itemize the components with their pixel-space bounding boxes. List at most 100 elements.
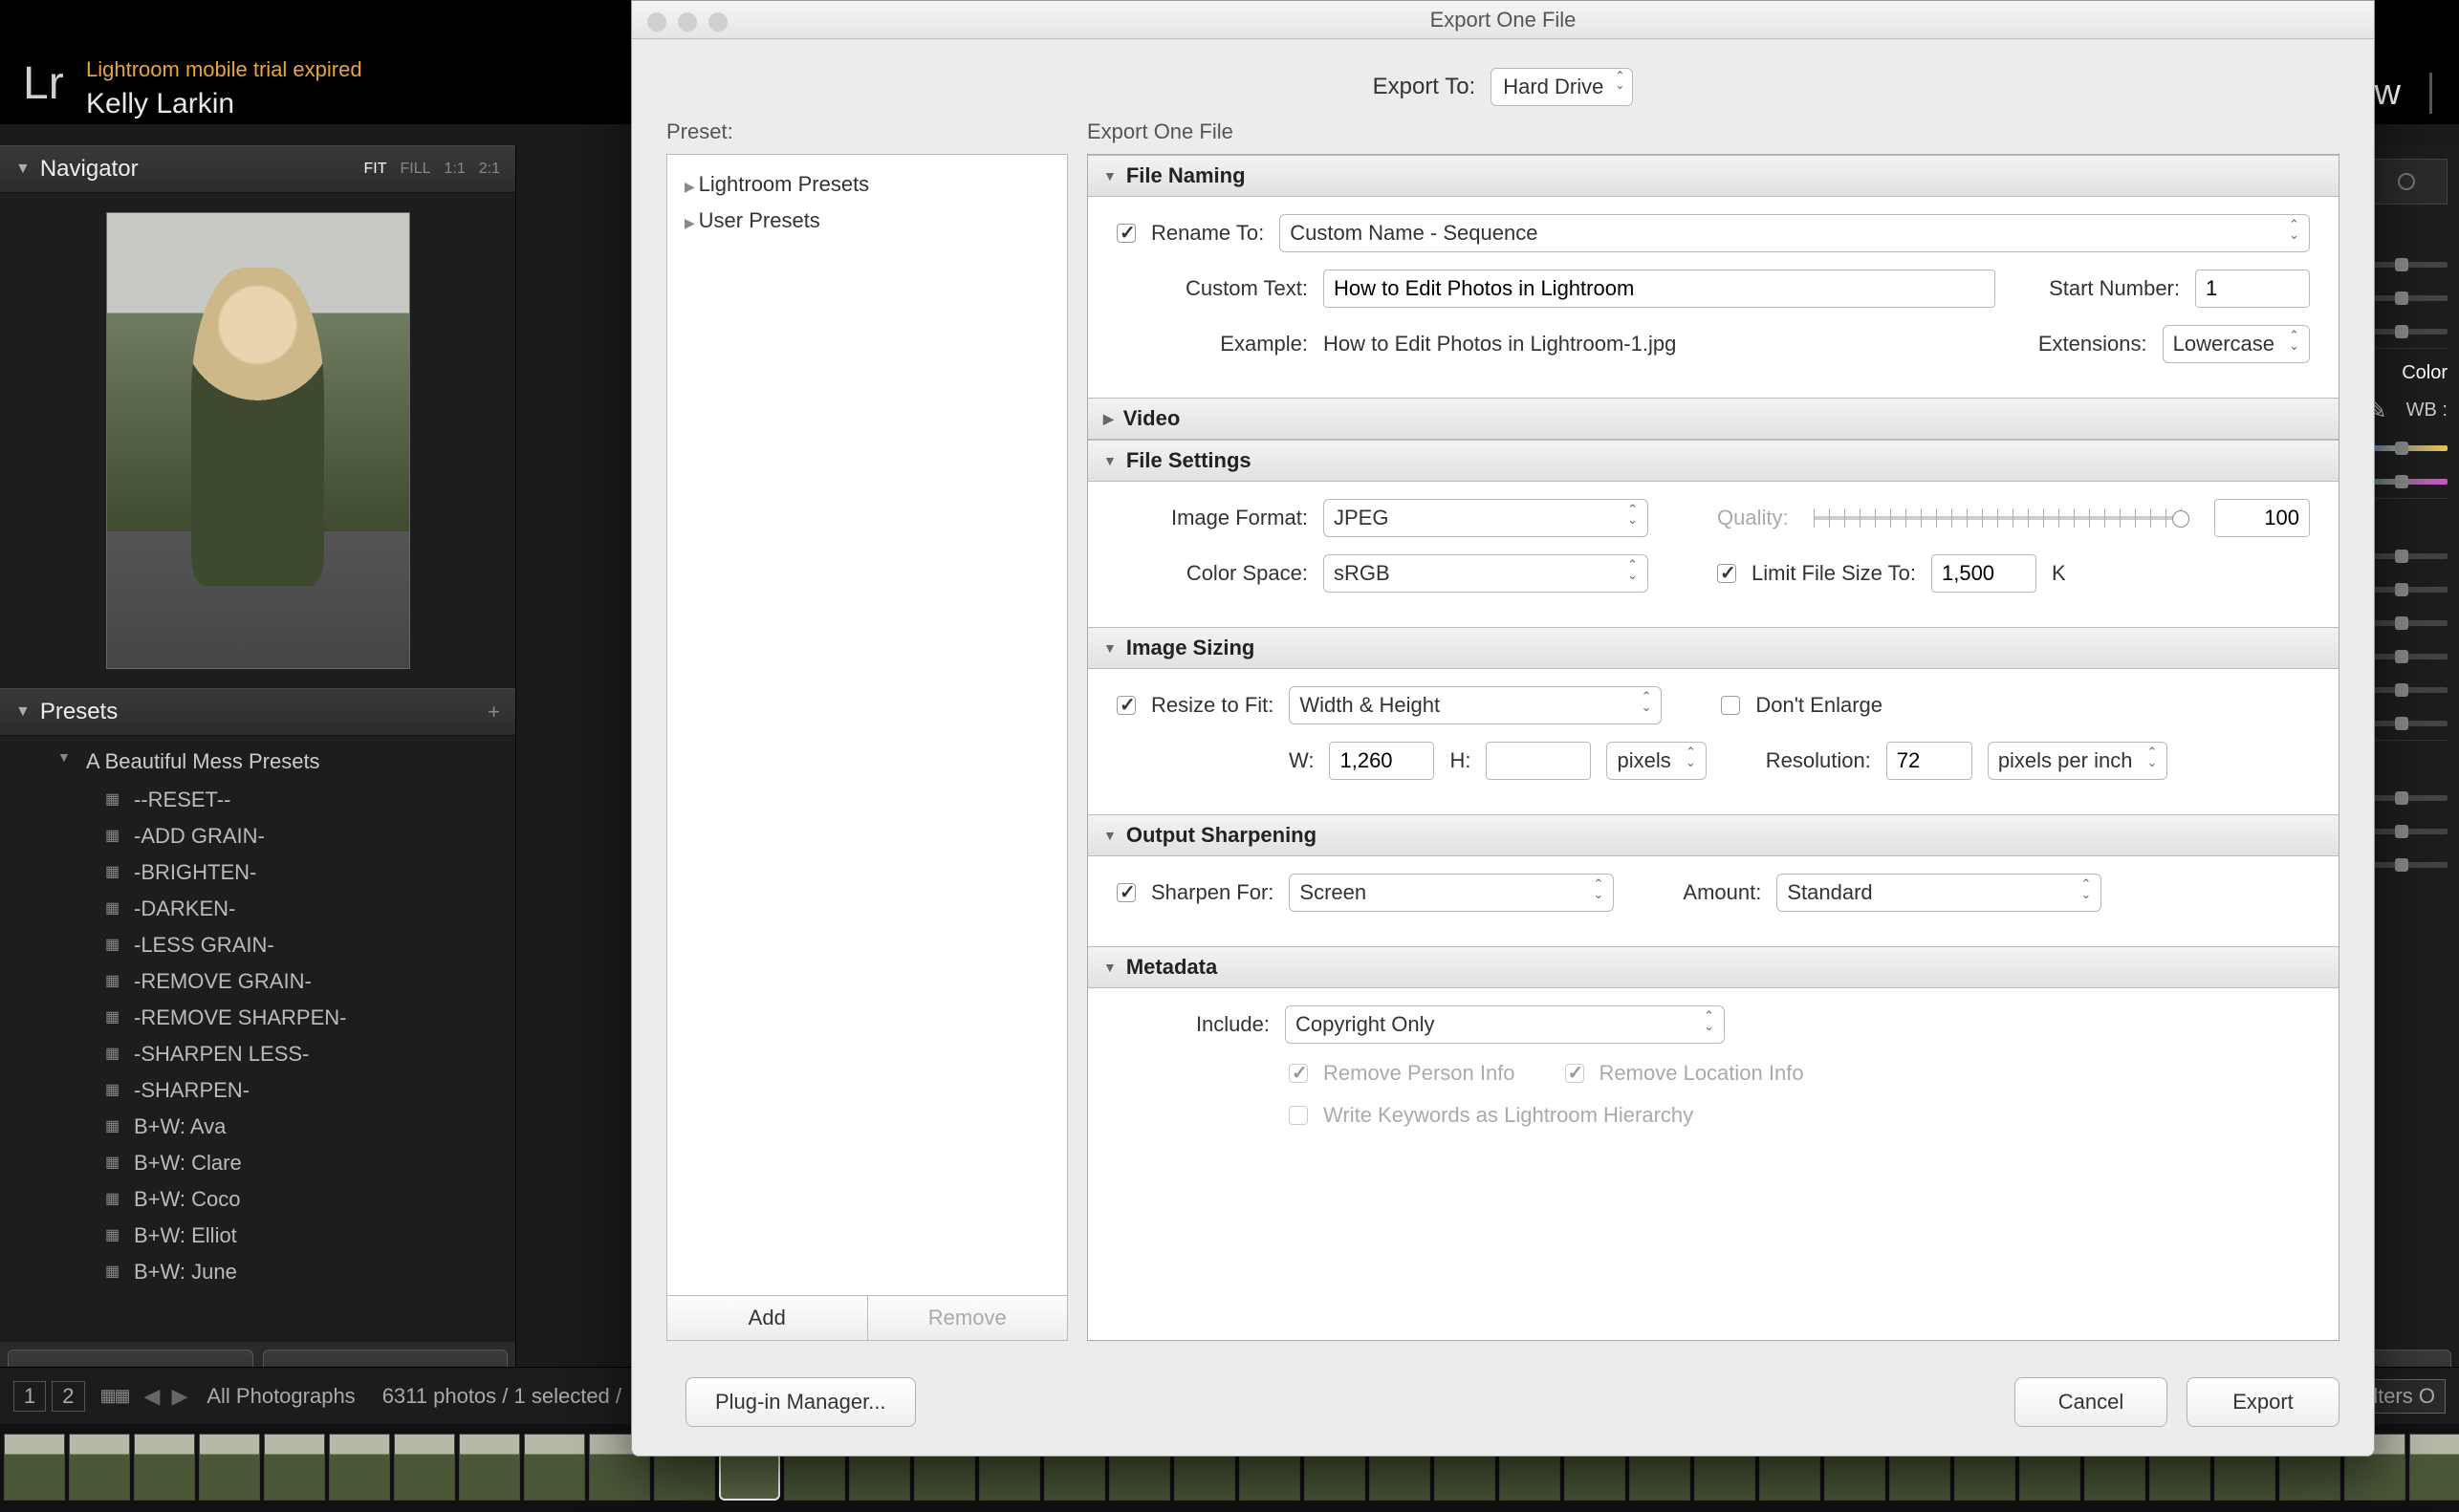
dont-enlarge-checkbox[interactable] [1721,696,1740,715]
cancel-button[interactable]: Cancel [2014,1377,2167,1427]
dimension-unit-select[interactable]: pixels [1606,742,1706,780]
resolution-input[interactable] [1886,742,1972,780]
height-input[interactable] [1486,742,1591,780]
disclosure-icon: ▼ [15,703,31,721]
write-keywords-checkbox [1289,1106,1308,1125]
filmstrip-thumb[interactable] [134,1434,195,1501]
custom-text-input[interactable] [1323,270,1995,308]
preset-item[interactable]: -REMOVE GRAIN- [0,963,515,1000]
sharpen-amount-select[interactable]: Standard [1776,874,2101,912]
preset-item[interactable]: -LESS GRAIN- [0,927,515,963]
resize-mode-select[interactable]: Width & Height [1289,686,1662,724]
filmstrip-thumb[interactable] [69,1434,130,1501]
start-number-input[interactable] [2195,270,2310,308]
sharpen-checkbox[interactable] [1117,883,1136,902]
zoom-fill[interactable]: FILL [400,161,430,178]
preset-item[interactable]: -ADD GRAIN- [0,818,515,854]
section-file-settings[interactable]: ▼File Settings [1088,440,2339,482]
sharpen-for-select[interactable]: Screen [1289,874,1614,912]
zoom-icon[interactable] [708,12,728,32]
rename-template-select[interactable]: Custom Name - Sequence [1279,214,2310,252]
limit-filesize-input[interactable] [1931,554,2036,593]
filmstrip-thumb[interactable] [264,1434,325,1501]
section-image-sizing[interactable]: ▼Image Sizing [1088,627,2339,669]
filmstrip-thumb[interactable] [2409,1434,2459,1501]
resolution-unit-select[interactable]: pixels per inch [1988,742,2168,780]
add-preset-icon[interactable]: + [488,700,500,724]
left-panel: ▼ Navigator FIT FILL 1:1 2:1 ▼ Presets +… [0,145,516,1413]
quality-input[interactable] [2214,499,2310,537]
user-name[interactable]: Kelly Larkin [86,88,234,120]
zoom-1-1[interactable]: 1:1 [445,161,466,178]
limit-filesize-checkbox[interactable] [1717,564,1736,583]
add-preset-button[interactable]: Add [667,1296,867,1340]
preset-tree-item[interactable]: Lightroom Presets [681,166,1054,203]
zoom-2-1[interactable]: 2:1 [479,161,500,178]
section-output-sharpening[interactable]: ▼Output Sharpening [1088,814,2339,856]
preset-item[interactable]: B+W: Coco [0,1181,515,1218]
traffic-lights[interactable] [647,12,728,32]
presets-title: Presets [40,699,118,725]
section-file-naming[interactable]: ▼File Naming [1088,155,2339,197]
export-to-select[interactable]: Hard Drive [1491,68,1633,106]
preset-item[interactable]: --RESET-- [0,782,515,818]
filmstrip-thumb[interactable] [459,1434,520,1501]
remove-preset-button: Remove [867,1296,1068,1340]
nav-arrows[interactable]: ◀▶ [139,1384,194,1409]
remove-location-checkbox [1565,1064,1584,1083]
preset-group[interactable]: ▼ A Beautiful Mess Presets [0,742,515,782]
section-metadata[interactable]: ▼Metadata [1088,946,2339,988]
trial-expired-label: Lightroom mobile trial expired [86,57,362,82]
example-filename: How to Edit Photos in Lightroom-1.jpg [1323,332,1676,356]
preset-item[interactable]: B+W: Ava [0,1109,515,1145]
plugin-manager-button[interactable]: Plug-in Manager... [685,1377,916,1427]
dialog-title: Export One File [1430,8,1577,32]
display-1[interactable]: 1 [13,1381,46,1412]
navigator-header[interactable]: ▼ Navigator FIT FILL 1:1 2:1 [0,145,515,193]
folder-path[interactable]: All Photographs [193,1384,368,1409]
export-summary-label: Export One File [1087,114,2339,154]
minimize-icon[interactable] [678,12,697,32]
treatment-color[interactable]: Color [2402,362,2448,384]
export-to-label: Export To: [1373,74,1476,100]
image-format-select[interactable]: JPEG [1323,499,1648,537]
section-video[interactable]: ▶Video [1088,398,2339,440]
colorspace-select[interactable]: sRGB [1323,554,1648,593]
preset-item[interactable]: -SHARPEN- [0,1072,515,1109]
export-sections: ▼File Naming Rename To: Custom Name - Se… [1087,154,2339,1341]
preset-item[interactable]: -REMOVE SHARPEN- [0,1000,515,1036]
filmstrip-thumb[interactable] [329,1434,390,1501]
filmstrip-thumb[interactable] [199,1434,260,1501]
navigator-preview[interactable] [106,212,410,669]
navigator-zoom-modes[interactable]: FIT FILL 1:1 2:1 [363,161,500,178]
preset-item[interactable]: -BRIGHTEN- [0,854,515,891]
filmstrip-thumb[interactable] [394,1434,455,1501]
quality-slider[interactable] [1814,516,2189,520]
preset-item[interactable]: B+W: Clare [0,1145,515,1181]
preset-item[interactable]: -SHARPEN LESS- [0,1036,515,1072]
filmstrip-thumb[interactable] [524,1434,585,1501]
preset-label: Preset: [666,114,1068,154]
export-dialog: Export One File Export To: Hard Drive Pr… [631,0,2375,1457]
grid-icon[interactable]: ▦▦ [91,1386,139,1406]
metadata-include-select[interactable]: Copyright Only [1285,1005,1725,1044]
presets-header[interactable]: ▼ Presets + [0,688,515,736]
navigator-title: Navigator [40,156,139,183]
preset-item[interactable]: -DARKEN- [0,891,515,927]
preset-tree[interactable]: Lightroom Presets User Presets [666,154,1068,1296]
disclosure-icon: ▼ [15,161,31,178]
display-2[interactable]: 2 [52,1381,84,1412]
filmstrip-thumb[interactable] [4,1434,65,1501]
remove-person-checkbox [1289,1064,1308,1083]
extensions-select[interactable]: Lowercase [2163,325,2310,363]
preset-tree-item[interactable]: User Presets [681,203,1054,239]
zoom-fit[interactable]: FIT [363,161,386,178]
export-button[interactable]: Export [2187,1377,2339,1427]
rename-to-checkbox[interactable] [1117,224,1136,243]
width-input[interactable] [1329,742,1434,780]
preset-item[interactable]: B+W: Elliot [0,1218,515,1254]
resize-checkbox[interactable] [1117,696,1136,715]
preset-item[interactable]: B+W: June [0,1254,515,1290]
dialog-titlebar[interactable]: Export One File [632,1,2374,39]
close-icon[interactable] [647,12,666,32]
